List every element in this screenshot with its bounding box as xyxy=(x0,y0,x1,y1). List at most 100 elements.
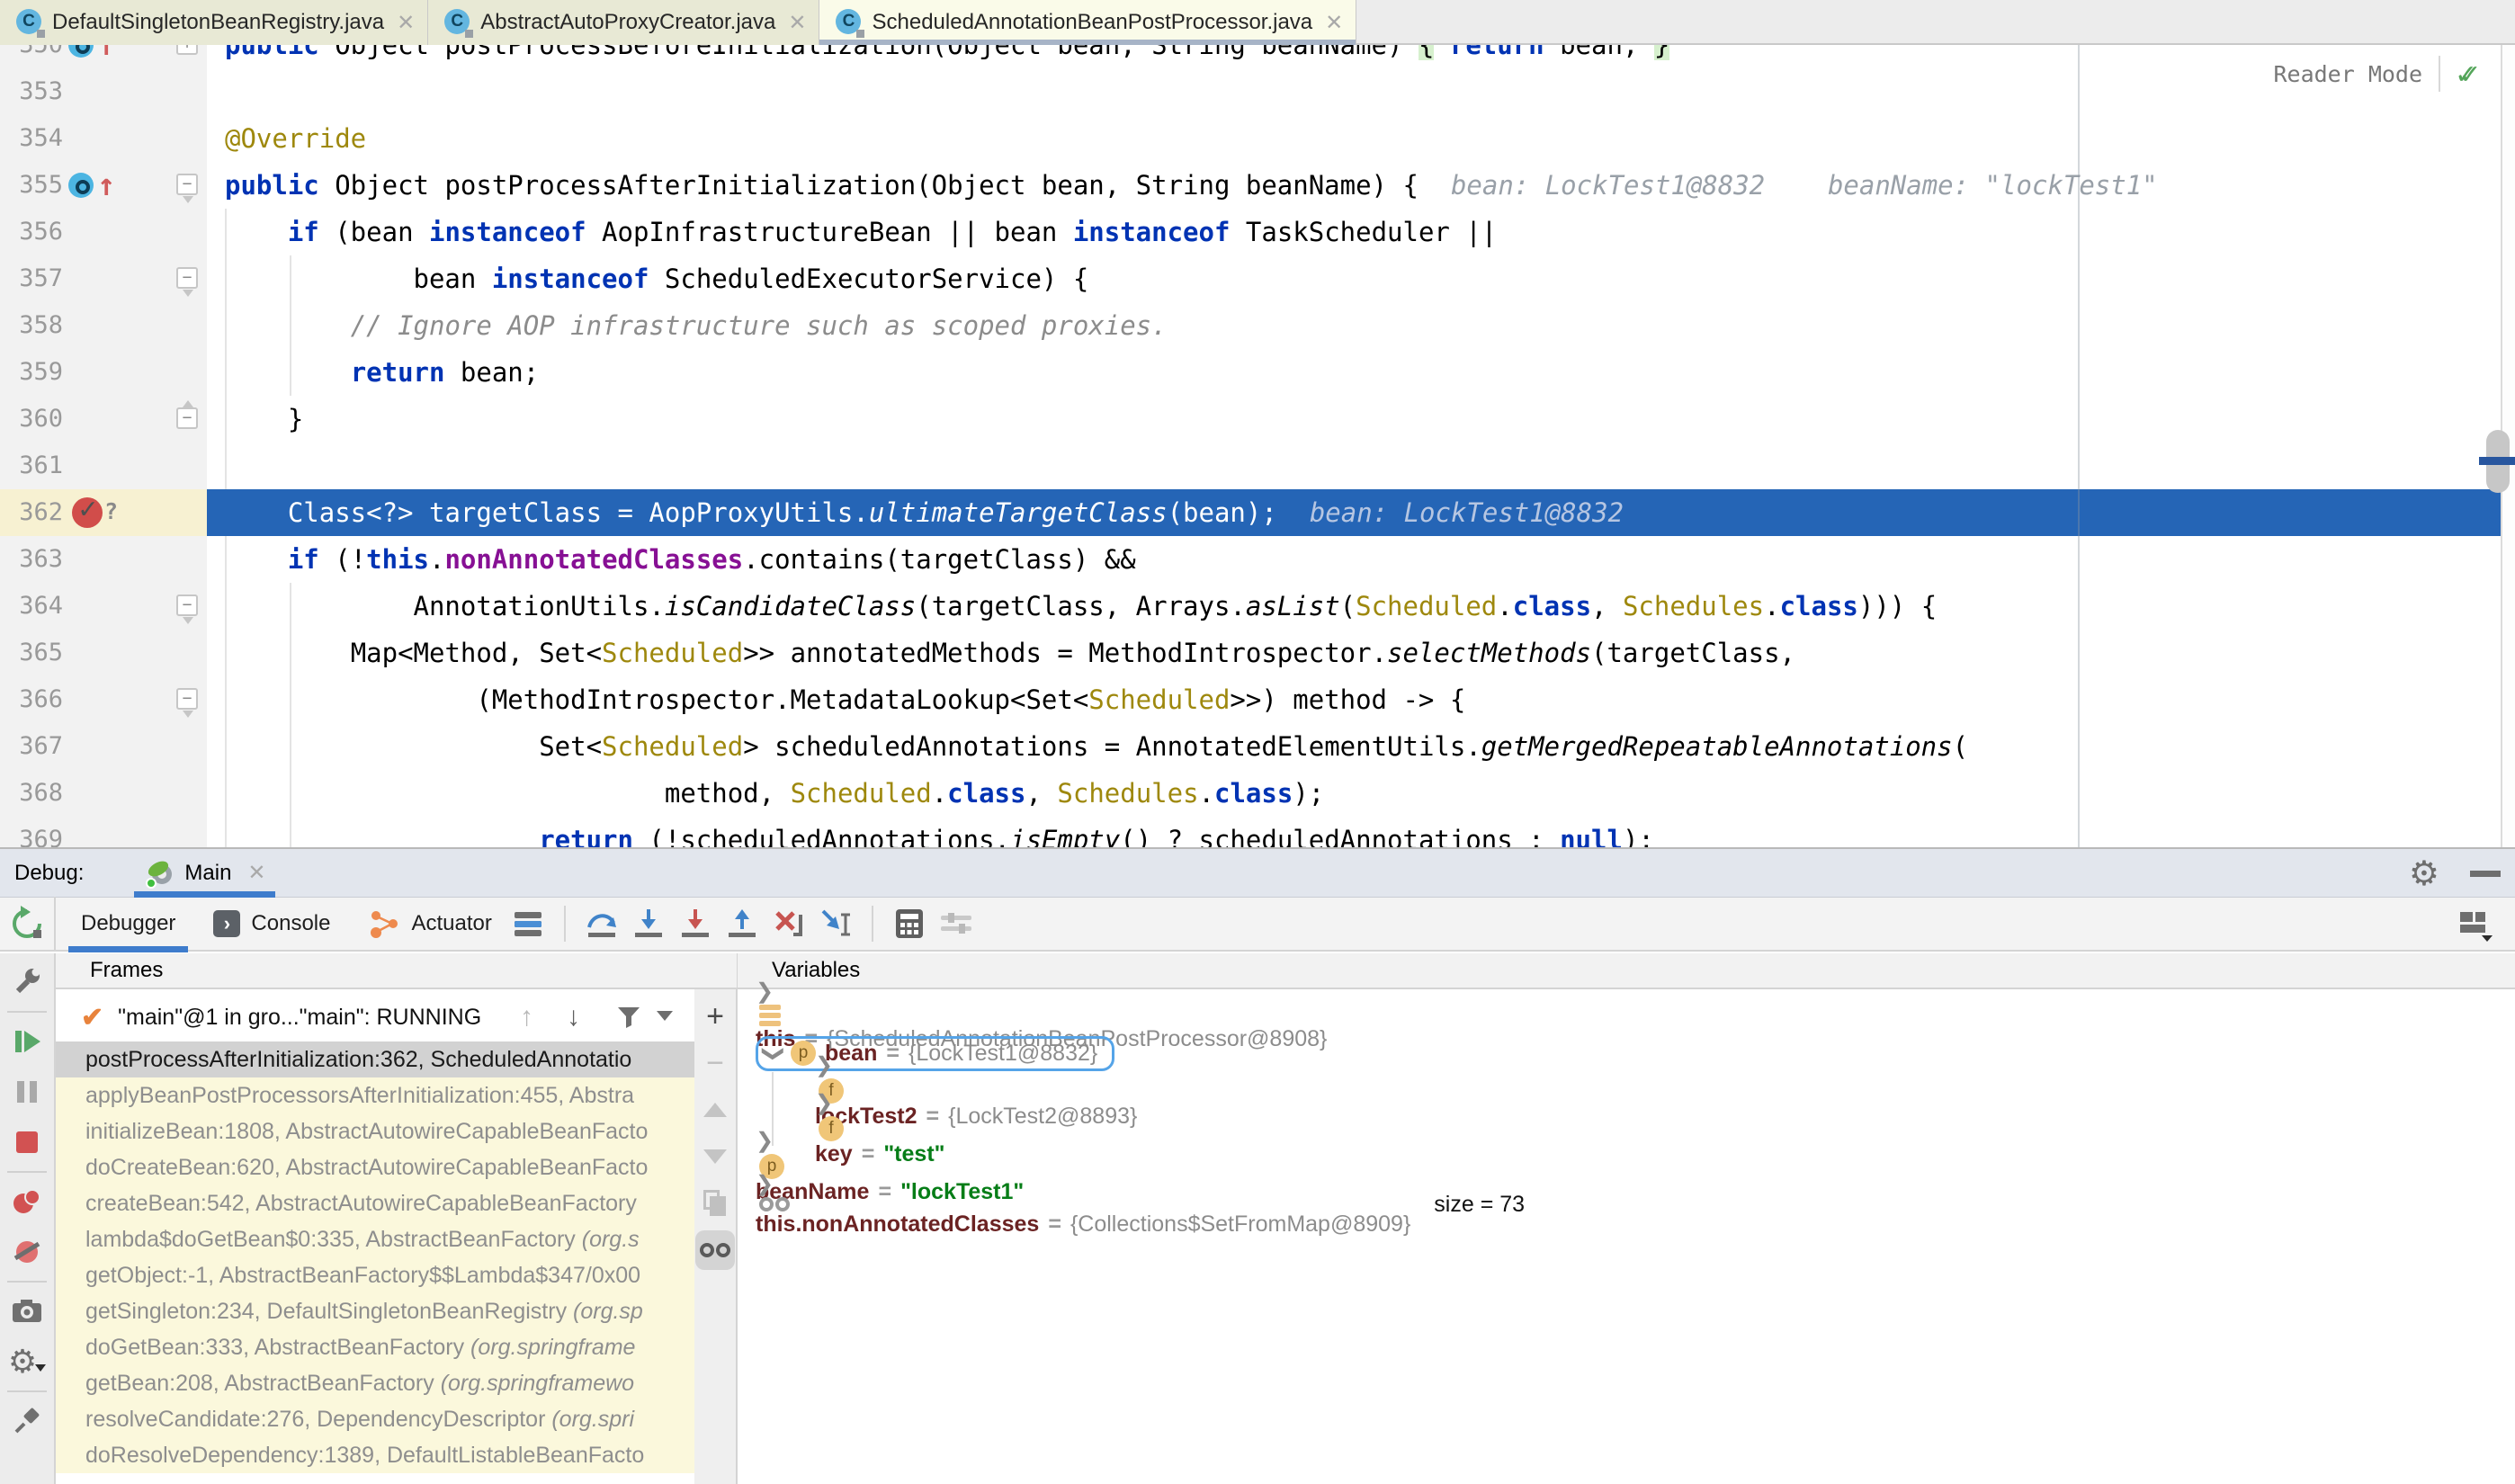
fold-marker-icon[interactable]: − xyxy=(176,267,198,289)
line-number[interactable]: 365 xyxy=(0,630,63,676)
arrow-up-icon[interactable]: ↑ xyxy=(520,1002,533,1033)
line-number[interactable]: 360 xyxy=(0,396,63,443)
settings-gear-icon[interactable]: ⚙ xyxy=(2409,854,2439,893)
frame-row[interactable]: lambda$doGetBean$0:335, AbstractBeanFact… xyxy=(56,1221,694,1257)
step-out-icon[interactable] xyxy=(721,904,763,943)
frame-row[interactable]: doCreateBean:620, AbstractAutowireCapabl… xyxy=(56,1149,694,1185)
view-threads-icon[interactable] xyxy=(935,904,977,943)
drop-frame-icon[interactable] xyxy=(768,904,810,943)
filter-icon[interactable] xyxy=(615,1004,642,1031)
frame-row[interactable]: doResolveDependency:1389, DefaultListabl… xyxy=(56,1437,694,1473)
tab-actuator[interactable]: Actuator xyxy=(355,897,504,951)
override-method-icon[interactable] xyxy=(68,45,94,58)
close-icon[interactable]: ✕ xyxy=(1325,10,1343,36)
fold-marker-icon[interactable]: − xyxy=(176,407,198,429)
line-number[interactable]: 368 xyxy=(0,770,63,817)
move-down-icon[interactable] xyxy=(695,1137,735,1176)
line-number[interactable]: 369 xyxy=(0,817,63,847)
layout-settings-icon[interactable] xyxy=(507,904,549,943)
tab-console[interactable]: › Console xyxy=(201,897,343,951)
navigate-super-icon[interactable]: ↑ xyxy=(97,165,115,205)
variable-row-lockTest2[interactable]: ❯flockTest2={LockTest2@8893} xyxy=(738,1072,2515,1110)
step-over-icon[interactable] xyxy=(581,904,622,943)
frame-row[interactable]: doGetBean:333, AbstractBeanFactory (org.… xyxy=(56,1329,694,1365)
line-number[interactable]: 350 xyxy=(0,45,63,68)
tab-label: AbstractAutoProxyCreator.java xyxy=(480,10,775,35)
add-watch-icon[interactable]: + xyxy=(695,997,735,1036)
view-breakpoints-icon[interactable] xyxy=(6,1180,48,1223)
tab-default-singleton-bean-registry[interactable]: C DefaultSingletonBeanRegistry.java ✕ xyxy=(0,0,428,45)
pause-program-icon[interactable] xyxy=(6,1070,48,1113)
chevron-collapsed-icon[interactable]: ❯ xyxy=(815,1053,833,1077)
fold-marker-icon[interactable]: − xyxy=(176,594,198,616)
line-number[interactable]: 363 xyxy=(0,536,63,583)
close-icon[interactable]: ✕ xyxy=(788,10,806,36)
variable-row-this-nonAnnotatedClasses[interactable]: ❯this.nonAnnotatedClasses={Collections$S… xyxy=(738,1185,2515,1223)
fold-marker-icon[interactable]: − xyxy=(176,688,198,710)
resume-program-icon[interactable] xyxy=(6,1020,48,1063)
code-editor[interactable]: 350↑+public Object postProcessBeforeInit… xyxy=(0,45,2515,847)
console-icon: › xyxy=(213,910,240,937)
thread-selector[interactable]: ✔ "main"@1 in gro..."main": RUNNING ↑ ↓ xyxy=(56,993,694,1041)
line-number[interactable]: 356 xyxy=(0,209,63,255)
override-method-icon[interactable] xyxy=(68,173,94,198)
tab-scheduled-annotation-bean-post-processor[interactable]: C ScheduledAnnotationBeanPostProcessor.j… xyxy=(819,0,1356,45)
line-number[interactable]: 361 xyxy=(0,443,63,489)
frame-row[interactable]: createBean:542, AbstractAutowireCapableB… xyxy=(56,1185,694,1221)
line-number[interactable]: 355 xyxy=(0,162,63,209)
debugger-settings-gear-icon[interactable]: ⚙ xyxy=(6,1340,48,1383)
line-number[interactable]: 354 xyxy=(0,115,63,162)
wrench-settings-icon[interactable] xyxy=(6,961,48,1004)
arrow-down-icon[interactable]: ↓ xyxy=(567,1002,580,1033)
pin-tab-icon[interactable] xyxy=(6,1399,48,1443)
line-number[interactable]: 366 xyxy=(0,676,63,723)
thread-dump-camera-icon[interactable] xyxy=(6,1290,48,1333)
line-number[interactable]: 362 xyxy=(0,489,63,536)
close-icon[interactable]: ✕ xyxy=(397,10,415,36)
show-watches-icon[interactable] xyxy=(695,1230,735,1270)
mute-breakpoints-icon[interactable] xyxy=(6,1230,48,1274)
debug-session-tab-main[interactable]: Main ✕ xyxy=(134,849,274,898)
fold-marker-icon[interactable]: + xyxy=(176,45,198,55)
evaluate-expression-icon[interactable] xyxy=(889,904,930,943)
frame-row[interactable]: getBean:208, AbstractBeanFactory (org.sp… xyxy=(56,1365,694,1401)
chevron-collapsed-icon[interactable]: ❯ xyxy=(756,1172,774,1196)
frame-row[interactable]: applyBeanPostProcessorsAfterInitializati… xyxy=(56,1077,694,1113)
stop-icon[interactable] xyxy=(6,1121,48,1164)
close-icon[interactable]: ✕ xyxy=(247,860,265,886)
line-number[interactable]: 367 xyxy=(0,723,63,770)
breakpoint-icon[interactable]: ✓? xyxy=(72,497,103,528)
line-number[interactable]: 364 xyxy=(0,583,63,630)
frame-row[interactable]: getObject:-1, AbstractBeanFactory$$Lambd… xyxy=(56,1257,694,1293)
navigate-super-icon[interactable]: ↑ xyxy=(97,45,115,65)
tab-debugger[interactable]: Debugger xyxy=(68,897,188,951)
code-text: return (!scheduledAnnotations.isEmpty() … xyxy=(207,817,1654,847)
duplicate-watch-icon[interactable] xyxy=(695,1184,735,1223)
force-step-into-icon[interactable] xyxy=(675,904,716,943)
run-to-cursor-icon[interactable] xyxy=(815,904,856,943)
step-into-icon[interactable] xyxy=(628,904,669,943)
frame-row[interactable]: initializeBean:1808, AbstractAutowireCap… xyxy=(56,1113,694,1149)
frames-list: postProcessAfterInitialization:362, Sche… xyxy=(56,1041,694,1484)
remove-watch-icon[interactable]: − xyxy=(695,1043,735,1083)
frame-row[interactable]: resolveCandidate:276, DependencyDescript… xyxy=(56,1401,694,1437)
chevron-down-icon[interactable] xyxy=(657,1011,673,1022)
move-up-icon[interactable] xyxy=(695,1090,735,1130)
minimize-icon[interactable] xyxy=(2470,871,2501,877)
tab-abstract-auto-proxy-creator[interactable]: C AbstractAutoProxyCreator.java ✕ xyxy=(428,0,819,45)
layout-restore-icon[interactable] xyxy=(2455,905,2496,944)
line-number[interactable]: 359 xyxy=(0,349,63,396)
frame-row[interactable]: postProcessAfterInitialization:362, Sche… xyxy=(56,1041,694,1077)
frame-row[interactable]: getSingleton:234, DefaultSingletonBeanRe… xyxy=(56,1293,694,1329)
chevron-collapsed-icon[interactable]: ❯ xyxy=(815,1091,833,1115)
variable-row-this[interactable]: ❯this={ScheduledAnnotationBeanPostProces… xyxy=(738,997,2515,1034)
line-number[interactable]: 353 xyxy=(0,68,63,115)
chevron-expanded-icon[interactable]: ❯ xyxy=(761,1040,787,1067)
line-number[interactable]: 358 xyxy=(0,302,63,349)
fold-marker-icon[interactable]: − xyxy=(176,174,198,195)
reader-mode-toggle[interactable]: Reader Mode xyxy=(2273,61,2422,87)
line-number[interactable]: 357 xyxy=(0,255,63,302)
inspections-ok-icon[interactable]: ✓✓ xyxy=(2457,56,2479,92)
chevron-collapsed-icon[interactable]: ❯ xyxy=(756,979,774,1004)
rerun-icon[interactable] xyxy=(8,905,46,943)
